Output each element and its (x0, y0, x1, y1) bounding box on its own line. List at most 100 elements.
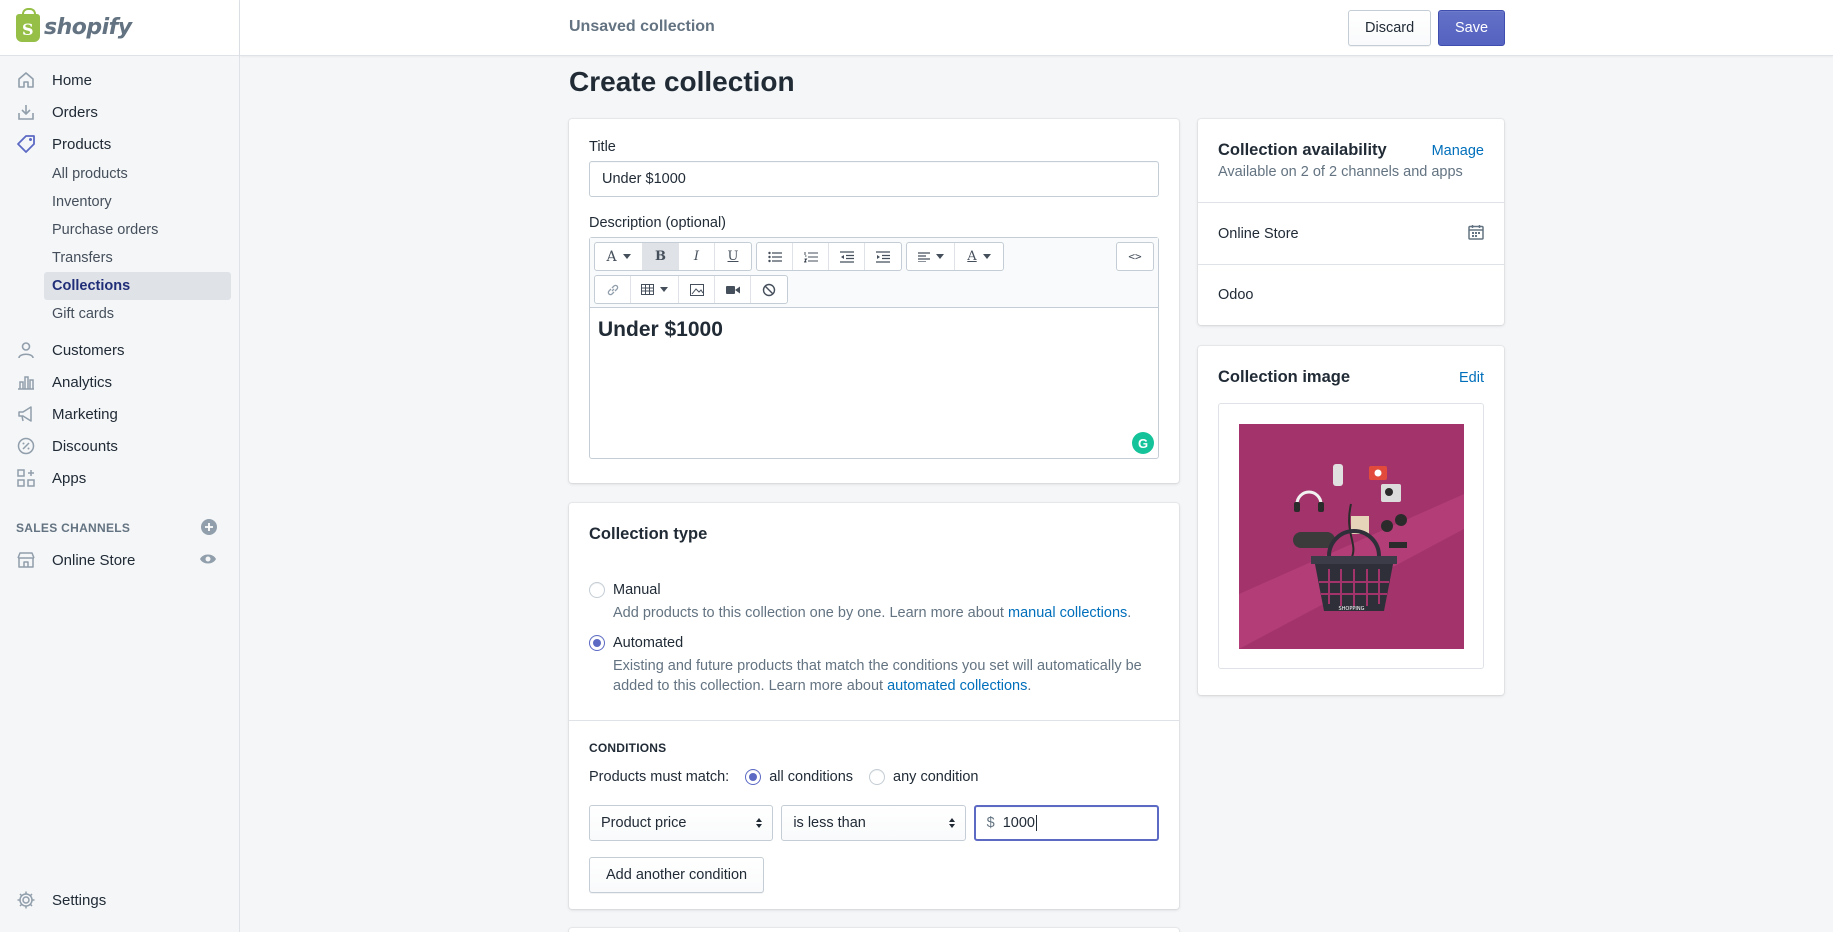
tag-icon (16, 134, 36, 154)
nav-label: Orders (52, 103, 98, 121)
channel-name: Online Store (1218, 225, 1299, 242)
nav-item-products[interactable]: Products (0, 128, 239, 160)
any-condition-option[interactable]: any condition (869, 769, 979, 785)
calendar-icon[interactable] (1468, 224, 1484, 244)
all-conditions-radio[interactable] (745, 769, 762, 785)
channel-row: Online Store (1198, 203, 1504, 264)
description-heading: Under $1000 (598, 318, 723, 341)
collection-image[interactable]: SHOPPING (1239, 424, 1464, 649)
automated-radio[interactable] (589, 635, 605, 651)
condition-operator-select[interactable]: is less than (781, 805, 966, 841)
nav-label: Online Store (52, 551, 136, 569)
discount-icon (16, 436, 36, 456)
condition-row: Product price is less than $ 1000 (589, 805, 1159, 841)
nav-label: Products (52, 135, 112, 153)
manual-radio[interactable] (589, 582, 605, 598)
nav-item-settings[interactable]: Settings (0, 884, 239, 916)
image-frame: SHOPPING (1218, 403, 1484, 669)
sales-channels-label: SALES CHANNELS (16, 521, 131, 535)
nav-item-home[interactable]: Home (0, 64, 239, 96)
condition-value-input[interactable]: $ 1000 (973, 805, 1159, 841)
add-channel-icon[interactable] (201, 518, 217, 538)
numbered-list-icon[interactable] (793, 243, 829, 270)
next-card (569, 928, 1179, 932)
collection-image-card: Collection image Edit SHOPPING (1198, 346, 1504, 695)
home-icon (16, 70, 36, 90)
nav-label: Discounts (52, 437, 118, 455)
format-dropdown[interactable]: A (595, 243, 643, 270)
store-icon (16, 550, 36, 570)
currency-prefix: $ (986, 815, 995, 831)
link-icon[interactable] (595, 276, 631, 303)
availability-summary: Available on 2 of 2 channels and apps (1218, 164, 1463, 180)
nav-item-online-store[interactable]: Online Store (0, 544, 239, 576)
manual-option[interactable]: Manual (589, 582, 1159, 598)
nav-item-analytics[interactable]: Analytics (0, 366, 239, 398)
title-input[interactable]: Under $1000 (589, 161, 1159, 197)
page-title: Create collection (569, 66, 795, 97)
settings-area: Settings (0, 884, 239, 916)
automated-help-line-2: added to this collection. Learn more abo… (613, 678, 888, 694)
bar-chart-icon (16, 372, 36, 392)
save-button[interactable]: Save (1438, 10, 1506, 46)
nav-item-discounts[interactable]: Discounts (0, 430, 239, 462)
orders-icon (16, 102, 36, 122)
edit-image-link[interactable]: Edit (1459, 370, 1484, 386)
nav-item-apps[interactable]: Apps (0, 462, 239, 494)
sub-item-collections[interactable]: Collections (44, 272, 231, 300)
editor-content[interactable]: Under $1000 G (590, 308, 1158, 458)
sub-item-transfers[interactable]: Transfers (44, 244, 231, 272)
editor-toolbar: A B I U A <> (590, 238, 1158, 308)
underline-button[interactable]: U (715, 243, 751, 270)
code-view-icon[interactable]: <> (1117, 243, 1153, 270)
sub-item-inventory[interactable]: Inventory (44, 188, 231, 216)
shopify-bag-icon (16, 7, 40, 42)
align-dropdown[interactable] (907, 243, 955, 270)
select-arrows-icon (948, 818, 955, 828)
condition-field-value: Product price (601, 815, 687, 831)
shopping-illustration (1239, 464, 1464, 649)
manual-help: Add products to this collection one by o… (613, 603, 1159, 623)
text-color-dropdown[interactable]: A (955, 243, 1003, 270)
bullet-list-icon[interactable] (757, 243, 793, 270)
discard-button[interactable]: Discard (1348, 10, 1432, 46)
title-label: Title (589, 139, 616, 155)
nav-item-marketing[interactable]: Marketing (0, 398, 239, 430)
indent-icon[interactable] (865, 243, 901, 270)
nav-item-orders[interactable]: Orders (0, 96, 239, 128)
clear-formatting-icon[interactable] (751, 276, 787, 303)
shopify-logo[interactable]: shopify (0, 0, 239, 56)
add-condition-button[interactable]: Add another condition (589, 857, 765, 893)
sub-item-all-products[interactable]: All products (44, 160, 231, 188)
sub-item-gift-cards[interactable]: Gift cards (44, 300, 231, 328)
video-icon[interactable] (715, 276, 751, 303)
outdent-icon[interactable] (829, 243, 865, 270)
image-heading: Collection image (1218, 368, 1351, 386)
any-condition-label: any condition (893, 769, 979, 785)
text-caret (1036, 815, 1037, 831)
all-conditions-option[interactable]: all conditions (745, 769, 853, 785)
megaphone-icon (16, 404, 36, 424)
apps-icon (16, 468, 36, 488)
eye-icon[interactable] (199, 552, 217, 569)
automated-label: Automated (613, 635, 684, 651)
automated-collections-link[interactable]: automated collections (887, 678, 1027, 694)
bold-button[interactable]: B (643, 243, 679, 270)
automated-help-line-1: Existing and future products that match … (613, 658, 1142, 674)
automated-option[interactable]: Automated (589, 635, 1159, 651)
any-condition-radio[interactable] (869, 769, 886, 785)
manual-collections-link[interactable]: manual collections (1008, 605, 1127, 621)
image-icon[interactable] (679, 276, 715, 303)
manage-link[interactable]: Manage (1432, 143, 1484, 159)
automated-help: Existing and future products that match … (613, 656, 1159, 696)
channel-row: Odoo (1198, 265, 1504, 325)
table-dropdown[interactable] (631, 276, 679, 303)
description-label: Description (optional) (589, 215, 727, 231)
match-label: Products must match: (589, 769, 730, 785)
italic-button[interactable]: I (679, 243, 715, 270)
sub-item-purchase-orders[interactable]: Purchase orders (44, 216, 231, 244)
collection-type-heading: Collection type (589, 525, 708, 543)
grammarly-icon[interactable]: G (1132, 432, 1154, 454)
nav-item-customers[interactable]: Customers (0, 334, 239, 366)
condition-field-select[interactable]: Product price (589, 805, 774, 841)
